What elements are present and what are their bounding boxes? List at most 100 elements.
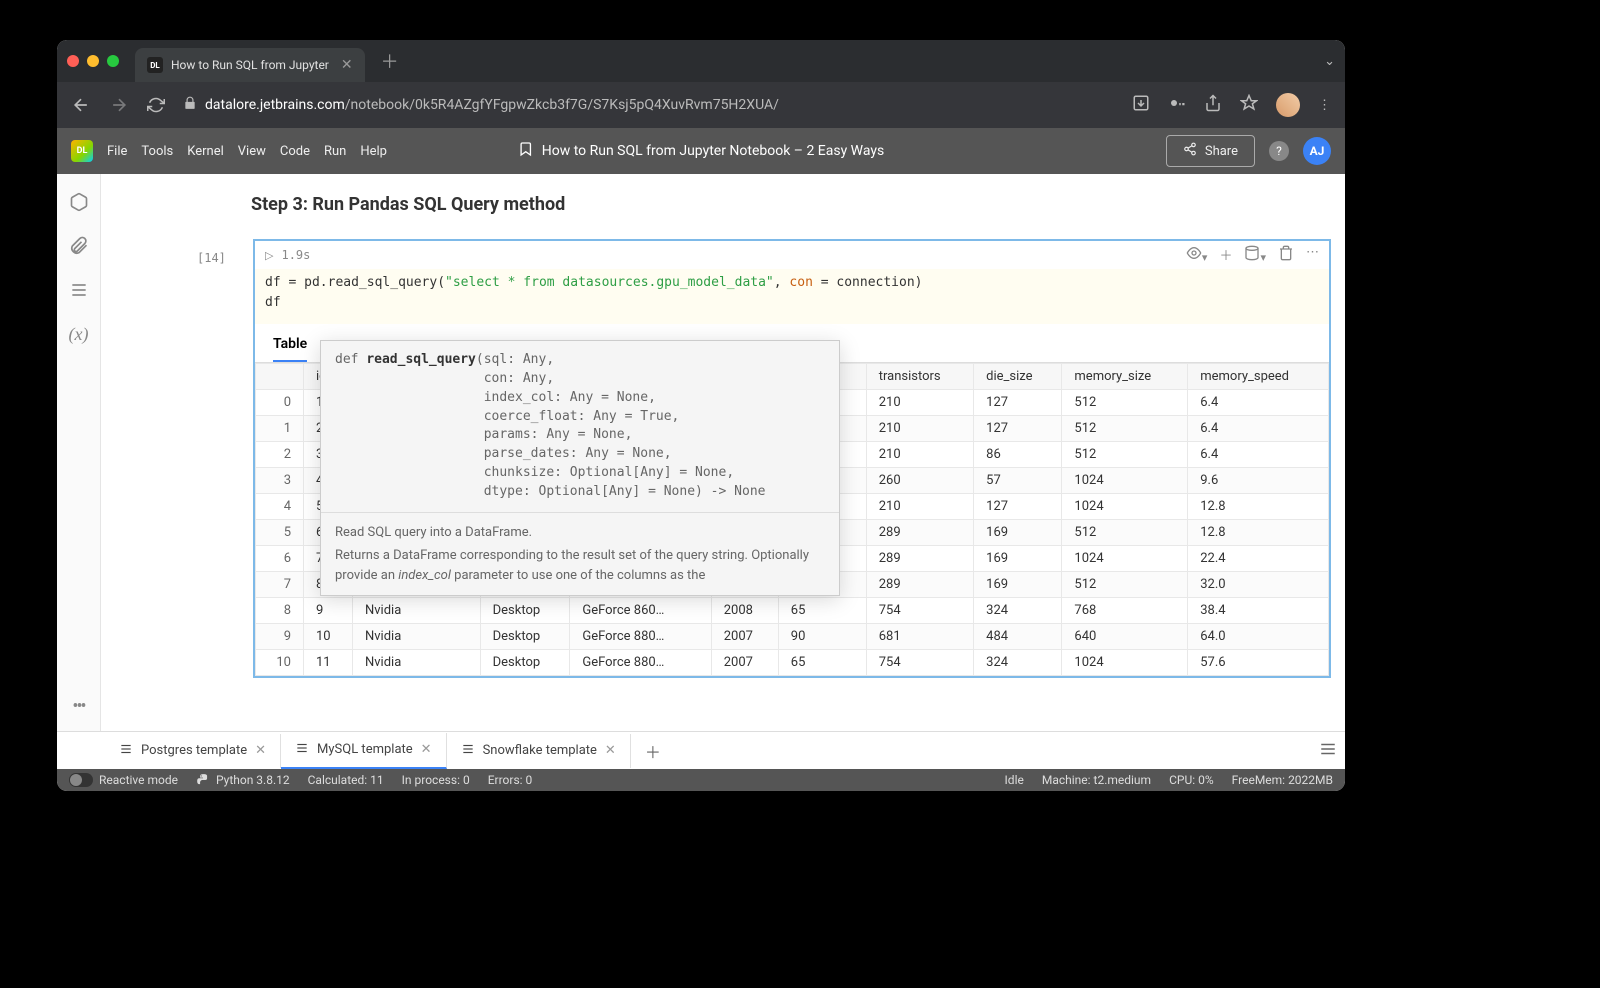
table-cell: 22.4 bbox=[1188, 546, 1329, 572]
table-header[interactable] bbox=[256, 364, 304, 390]
menu-kernel[interactable]: Kernel bbox=[187, 144, 224, 159]
more-tools-icon[interactable]: ••• bbox=[72, 696, 84, 717]
share-button[interactable]: Share bbox=[1166, 135, 1255, 167]
table-header[interactable]: transistors bbox=[866, 364, 973, 390]
visibility-icon[interactable]: ▾ bbox=[1186, 245, 1208, 265]
maximize-window-icon[interactable] bbox=[107, 55, 119, 67]
table-cell: 1024 bbox=[1062, 494, 1188, 520]
reload-icon[interactable] bbox=[147, 96, 165, 114]
menu-help[interactable]: Help bbox=[360, 144, 387, 159]
outline-icon[interactable] bbox=[69, 192, 89, 216]
menu-dots-icon[interactable]: ⋮ bbox=[1318, 98, 1331, 113]
table-cell: 12.8 bbox=[1188, 520, 1329, 546]
add-notebook-tab-icon[interactable]: ＋ bbox=[631, 731, 675, 771]
back-icon[interactable] bbox=[71, 95, 91, 115]
menu-run[interactable]: Run bbox=[324, 144, 346, 159]
run-sql-icon[interactable]: ▾ bbox=[1244, 245, 1266, 265]
doc-body: Returns a DataFrame corresponding to the… bbox=[335, 546, 825, 585]
code-editor[interactable]: df = pd.read_sql_query("select * from da… bbox=[255, 269, 1329, 324]
footer-tab-snowflake[interactable]: Snowflake template ✕ bbox=[447, 734, 631, 768]
share-label: Share bbox=[1205, 144, 1238, 159]
table-cell: 4 bbox=[256, 494, 304, 520]
forward-icon[interactable] bbox=[109, 95, 129, 115]
table-cell: 127 bbox=[974, 390, 1062, 416]
attachments-icon[interactable] bbox=[69, 236, 89, 260]
table-cell: Nvidia bbox=[352, 624, 480, 650]
notebook-tabs-menu-icon[interactable] bbox=[1319, 740, 1337, 762]
output-tab-table[interactable]: Table bbox=[273, 336, 307, 362]
share-icon bbox=[1183, 142, 1197, 160]
datalore-logo[interactable] bbox=[71, 140, 93, 162]
exec-time: 1.9s bbox=[281, 248, 310, 262]
minimize-window-icon[interactable] bbox=[87, 55, 99, 67]
table-cell: 169 bbox=[974, 572, 1062, 598]
table-header[interactable]: die_size bbox=[974, 364, 1062, 390]
toc-icon[interactable] bbox=[69, 280, 89, 304]
close-tab-icon[interactable]: ✕ bbox=[341, 57, 353, 73]
table-header[interactable]: memory_size bbox=[1062, 364, 1188, 390]
table-cell: 324 bbox=[974, 650, 1062, 676]
browser-tab-active[interactable]: DL How to Run SQL from Jupyter ✕ bbox=[135, 48, 365, 82]
table-row[interactable]: 1011NvidiaDesktopGeForce 880…20076575432… bbox=[256, 650, 1329, 676]
new-tab-icon[interactable]: ＋ bbox=[381, 48, 399, 74]
reactive-toggle[interactable]: Reactive mode bbox=[69, 773, 178, 787]
table-cell: 2 bbox=[256, 442, 304, 468]
url-field[interactable]: datalore.jetbrains.com/notebook/0k5R4AZg… bbox=[183, 96, 1114, 114]
table-row[interactable]: 89NvidiaDesktopGeForce 860…2008657543247… bbox=[256, 598, 1329, 624]
status-bar: Reactive mode Python 3.8.12 Calculated: … bbox=[57, 769, 1345, 791]
close-tab-icon[interactable]: ✕ bbox=[421, 742, 432, 757]
menu-code[interactable]: Code bbox=[280, 144, 310, 159]
url-path: /notebook/0k5R4AZgfYFgpwZkcb3f7G/S7Ksj5p… bbox=[345, 97, 779, 113]
close-tab-icon[interactable]: ✕ bbox=[255, 743, 266, 758]
close-window-icon[interactable] bbox=[67, 55, 79, 67]
help-icon[interactable]: ? bbox=[1269, 141, 1289, 161]
tabs-overflow-icon[interactable]: ⌄ bbox=[1324, 54, 1335, 69]
install-app-icon[interactable] bbox=[1132, 94, 1150, 116]
table-cell: 65 bbox=[778, 598, 866, 624]
close-tab-icon[interactable]: ✕ bbox=[605, 743, 616, 758]
table-cell: 640 bbox=[1062, 624, 1188, 650]
table-cell: 127 bbox=[974, 494, 1062, 520]
menu-view[interactable]: View bbox=[238, 144, 266, 159]
url-host: datalore.jetbrains.com bbox=[205, 97, 345, 113]
footer-tab-label: MySQL template bbox=[317, 742, 413, 757]
table-cell: Desktop bbox=[480, 624, 570, 650]
list-icon bbox=[461, 742, 475, 760]
add-cell-icon[interactable]: ＋ bbox=[1219, 245, 1232, 265]
user-avatar[interactable]: AJ bbox=[1303, 137, 1331, 165]
table-cell: Nvidia bbox=[352, 650, 480, 676]
passwords-icon[interactable] bbox=[1168, 94, 1186, 116]
cell-more-icon[interactable]: ⋯ bbox=[1306, 245, 1319, 265]
delete-cell-icon[interactable] bbox=[1278, 245, 1294, 265]
table-cell: 3 bbox=[256, 468, 304, 494]
run-cell-icon[interactable]: ▷ bbox=[265, 249, 273, 262]
signature-tooltip: def read_sql_query(sql: Any, con: Any, i… bbox=[320, 340, 840, 596]
star-icon[interactable] bbox=[1240, 94, 1258, 116]
browser-window: DL How to Run SQL from Jupyter ✕ ＋ ⌄ dat… bbox=[57, 40, 1345, 791]
doc-text: Read SQL query into a DataFrame. Returns… bbox=[321, 513, 839, 596]
table-cell: 260 bbox=[866, 468, 973, 494]
table-cell: GeForce 860… bbox=[570, 598, 711, 624]
table-cell: 32.0 bbox=[1188, 572, 1329, 598]
footer-tab-mysql[interactable]: MySQL template ✕ bbox=[281, 733, 447, 769]
cell-exec-count: [14] bbox=[197, 251, 226, 265]
table-cell: 484 bbox=[974, 624, 1062, 650]
table-header[interactable]: memory_speed bbox=[1188, 364, 1329, 390]
menu-tools[interactable]: Tools bbox=[141, 144, 173, 159]
table-row[interactable]: 910NvidiaDesktopGeForce 880…200790681484… bbox=[256, 624, 1329, 650]
cell-header: ▷ 1.9s ▾ ＋ ▾ ⋯ bbox=[255, 241, 1329, 269]
table-cell: 289 bbox=[866, 546, 973, 572]
bookmark-icon[interactable] bbox=[518, 141, 534, 161]
profile-avatar[interactable] bbox=[1276, 93, 1300, 117]
variables-icon[interactable]: (x) bbox=[69, 324, 89, 345]
share-page-icon[interactable] bbox=[1204, 94, 1222, 116]
table-cell: 6.4 bbox=[1188, 390, 1329, 416]
table-cell: 57.6 bbox=[1188, 650, 1329, 676]
address-bar-actions: ⋮ bbox=[1132, 93, 1331, 117]
status-idle: Idle bbox=[1005, 773, 1024, 787]
status-inprocess: In process: 0 bbox=[402, 773, 470, 787]
browser-tab-bar: DL How to Run SQL from Jupyter ✕ ＋ ⌄ bbox=[57, 40, 1345, 82]
lock-icon bbox=[183, 96, 197, 114]
menu-file[interactable]: File bbox=[107, 144, 127, 159]
footer-tab-postgres[interactable]: Postgres template ✕ bbox=[105, 734, 281, 768]
